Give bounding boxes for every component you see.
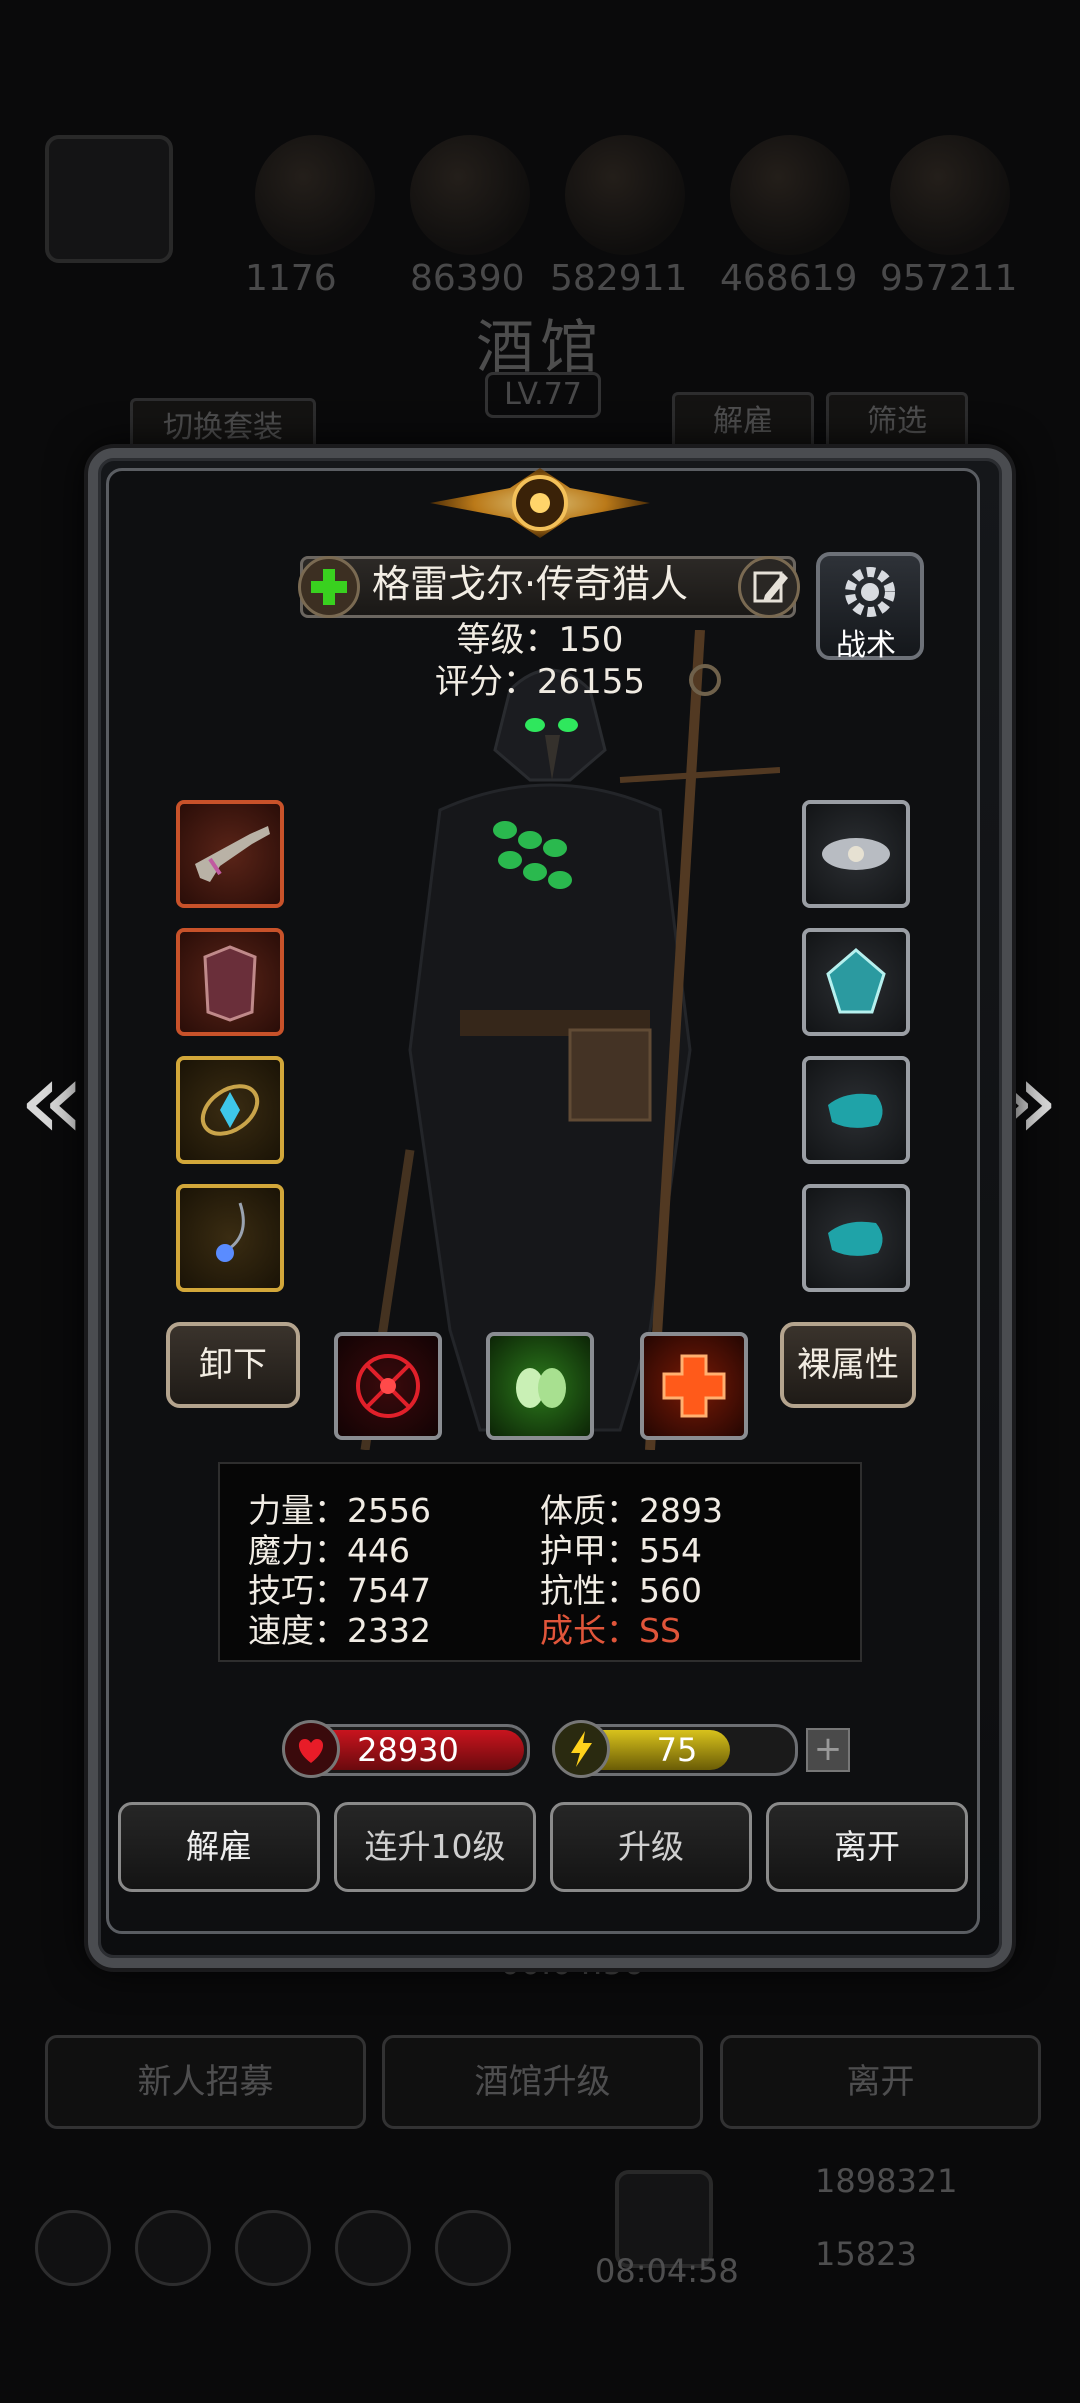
hero-score: 评分：26155: [434, 662, 646, 702]
resource-icon-5: [890, 135, 1010, 255]
bg-dismiss-button[interactable]: 解雇: [672, 392, 814, 452]
armor-icon: [203, 945, 257, 1022]
skill-slot-3[interactable]: [640, 1332, 748, 1440]
necklace-icon: [216, 1202, 245, 1262]
nav-icon[interactable]: [235, 2210, 311, 2286]
filter-button[interactable]: 筛选: [826, 392, 968, 452]
equip-slot-weapon[interactable]: [176, 800, 284, 908]
blue-gem-icon: [828, 1221, 883, 1256]
equip-slot-necklace[interactable]: [176, 1184, 284, 1292]
prev-hero-arrow-icon[interactable]: «: [12, 1045, 92, 1155]
equip-slot-amulet[interactable]: [176, 1056, 284, 1164]
unequip-button[interactable]: 卸下: [166, 1322, 300, 1408]
equip-slot-armor[interactable]: [176, 928, 284, 1036]
equip-slot-gem-1[interactable]: [802, 1056, 910, 1164]
equip-slot-accessory-1[interactable]: [802, 800, 910, 908]
heart-icon: [282, 1720, 340, 1778]
stat-growth: 成长：SS: [540, 1611, 681, 1650]
amulet-icon: [200, 1084, 260, 1136]
nav-icon[interactable]: [335, 2210, 411, 2286]
nav-icon[interactable]: [35, 2210, 111, 2286]
naked-attributes-button[interactable]: 裸属性: [780, 1322, 916, 1408]
resource-count: 582911: [550, 258, 688, 299]
tactics-label: 战术: [836, 628, 896, 663]
heal-cross-skill-icon: [662, 1354, 726, 1418]
gem-amount: 15823: [815, 2235, 917, 2273]
resource-count: 86390: [410, 258, 525, 299]
equip-slot-gem-2[interactable]: [802, 1184, 910, 1292]
equip-slot-accessory-2[interactable]: [802, 928, 910, 1036]
nav-icon[interactable]: [135, 2210, 211, 2286]
resource-icon-1: [255, 135, 375, 255]
player-avatar[interactable]: [45, 135, 173, 263]
gift-timer: 08:04:58: [595, 2252, 739, 2290]
recruit-button[interactable]: 新人招募: [45, 2035, 366, 2129]
cloud-charm-icon: [822, 838, 890, 870]
crosshair-skill-icon: [356, 1354, 420, 1418]
blue-gem-icon: [828, 1093, 883, 1128]
leave-button[interactable]: 离开: [766, 1802, 968, 1892]
stat-speed: 速度：2332: [248, 1611, 431, 1650]
resource-count: 468619: [720, 258, 858, 299]
resource-icon-3: [565, 135, 685, 255]
poison-mask-skill-icon: [516, 1368, 566, 1408]
level-up-10-button[interactable]: 连升10级: [334, 1802, 536, 1892]
lightning-icon: [552, 1720, 610, 1778]
resource-count: 957211: [880, 258, 1018, 299]
gear-icon: [845, 567, 895, 617]
resource-icon-4: [730, 135, 850, 255]
tavern-level-badge: LV.77: [485, 372, 601, 418]
gun-icon: [195, 826, 270, 882]
nav-icon[interactable]: [435, 2210, 511, 2286]
skill-slot-1[interactable]: [334, 1332, 442, 1440]
resource-count: 1176: [245, 258, 337, 299]
resource-icon-2: [410, 135, 530, 255]
add-energy-button[interactable]: +: [806, 1728, 850, 1772]
gold-amount: 1898321: [815, 2162, 958, 2200]
tavern-upgrade-button[interactable]: 酒馆升级: [382, 2035, 703, 2129]
dismiss-button[interactable]: 解雇: [118, 1802, 320, 1892]
hero-name: 格雷戈尔·传奇猎人: [371, 562, 689, 606]
edit-name-icon[interactable]: [738, 556, 800, 618]
skill-slot-2[interactable]: [486, 1332, 594, 1440]
bg-leave-button[interactable]: 离开: [720, 2035, 1041, 2129]
crystal-orb-icon: [826, 948, 886, 1014]
level-up-button[interactable]: 升级: [550, 1802, 752, 1892]
hero-portrait: [360, 630, 780, 1450]
panel-emblem-icon: [430, 468, 650, 538]
